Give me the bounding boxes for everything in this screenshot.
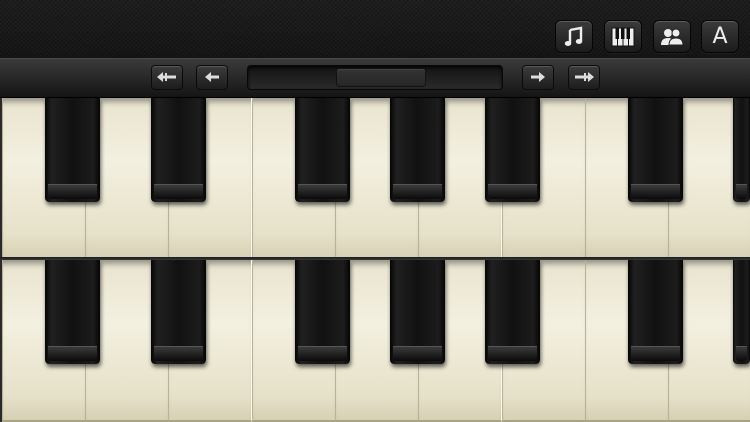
scroll-far-left-button[interactable] — [151, 65, 183, 90]
black-key[interactable] — [45, 260, 100, 364]
black-key[interactable] — [485, 260, 540, 364]
black-key[interactable] — [295, 260, 350, 364]
keyboard-range-slider[interactable] — [247, 65, 503, 90]
upper-keyboard — [0, 98, 750, 260]
black-key[interactable] — [733, 98, 750, 202]
arrow-left-icon — [204, 68, 220, 87]
black-key[interactable] — [45, 98, 100, 202]
black-key[interactable] — [628, 98, 683, 202]
piano-keys-icon — [611, 26, 635, 48]
black-key[interactable] — [390, 260, 445, 364]
music-note-button[interactable] — [555, 20, 593, 53]
top-toolbar: A — [0, 0, 750, 58]
keyboard-navigation-bar — [0, 58, 750, 98]
black-key[interactable] — [295, 98, 350, 202]
piano-keys-button[interactable] — [604, 20, 642, 53]
font-button[interactable]: A — [701, 20, 739, 53]
black-key[interactable] — [151, 98, 206, 202]
two-users-icon — [659, 26, 685, 48]
double-arrow-left-icon — [156, 68, 178, 87]
scroll-left-button[interactable] — [196, 65, 228, 90]
black-key[interactable] — [390, 98, 445, 202]
black-key[interactable] — [485, 98, 540, 202]
music-note-icon — [563, 26, 585, 48]
scroll-right-button[interactable] — [522, 65, 554, 90]
keyboard-range-thumb[interactable] — [336, 68, 426, 87]
font-icon: A — [712, 23, 728, 49]
black-key[interactable] — [733, 260, 750, 364]
duet-mode-button[interactable] — [653, 20, 691, 53]
black-key[interactable] — [628, 260, 683, 364]
lower-keyboard — [0, 260, 750, 422]
black-key[interactable] — [151, 260, 206, 364]
arrow-right-icon — [530, 68, 546, 87]
double-arrow-right-icon — [573, 68, 595, 87]
scroll-far-right-button[interactable] — [568, 65, 600, 90]
